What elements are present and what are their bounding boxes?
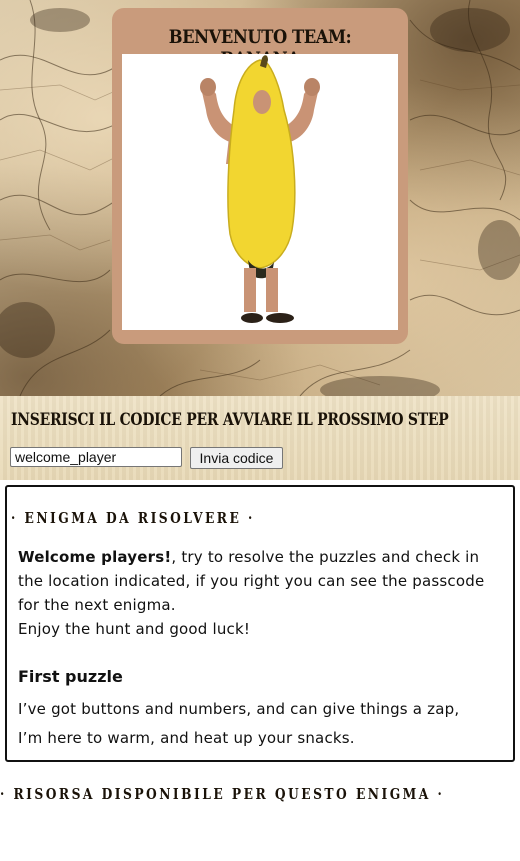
hero-map-banner: Benvenuto team: Banana — [0, 0, 520, 396]
banana-costume-photo — [122, 54, 398, 330]
riddle-line-1: I’ve got buttons and numbers, and can gi… — [18, 700, 460, 718]
code-input[interactable] — [10, 447, 182, 467]
riddle-line-2: I’m here to warm, and heat up your snack… — [18, 729, 355, 747]
puzzle-riddle: I’ve got buttons and numbers, and can gi… — [18, 695, 508, 753]
submit-code-button[interactable]: Invia codice — [190, 447, 283, 469]
welcome-card: Benvenuto team: Banana — [112, 8, 408, 344]
resource-heading: · Risorsa disponibile per questo enigma … — [0, 785, 445, 803]
enigma-heading: · Enigma da risolvere · — [11, 509, 255, 527]
enigma-panel: · Enigma da risolvere · Welcome players!… — [5, 485, 515, 762]
puzzle-title: First puzzle — [18, 667, 123, 686]
enigma-intro: Welcome players!, try to resolve the puz… — [18, 545, 508, 641]
banana-costume-image — [200, 55, 320, 323]
code-entry-heading: Inserisci il codice per avviare il pross… — [11, 410, 449, 430]
intro-line2: Enjoy the hunt and good luck! — [18, 620, 251, 638]
intro-bold: Welcome players! — [18, 548, 172, 566]
